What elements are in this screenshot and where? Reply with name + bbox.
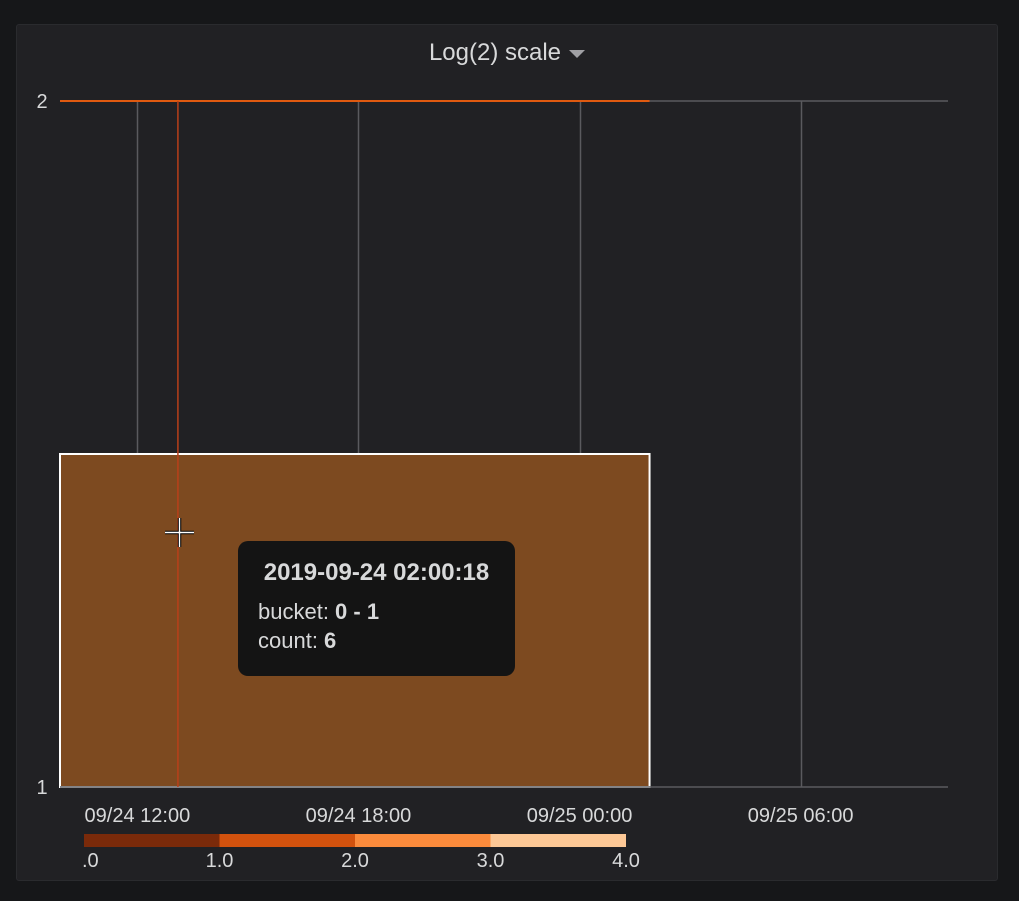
legend-tick-label-2: 2.0 <box>341 850 369 872</box>
y-tick-label-1: 2 <box>36 91 47 113</box>
legend-tick-label-1: 1.0 <box>206 850 234 872</box>
legend-tick-label-0: .0 <box>82 850 99 872</box>
x-tick-label-2: 09/25 00:00 <box>527 805 633 827</box>
legend-tick-label-4: 4.0 <box>612 850 640 872</box>
legend-swatch-0 <box>84 834 220 847</box>
legend-swatch-1 <box>219 834 355 847</box>
heatmap-plot[interactable]: 1 2 09/24 12:00 09/24 18:00 09/25 00:00 09/25… <box>0 0 1019 901</box>
x-tick-label-0: 09/24 12:00 <box>85 805 191 827</box>
legend-swatch-2 <box>355 834 491 847</box>
heatmap-cell-0 <box>59 452 651 788</box>
x-tick-label-1: 09/24 18:00 <box>306 805 412 827</box>
y-tick-label-0: 1 <box>36 777 47 799</box>
legend-swatch-3 <box>490 834 626 847</box>
crosshair-cursor-icon <box>165 518 194 547</box>
legend-tick-label-3: 3.0 <box>477 850 505 872</box>
x-tick-label-3: 09/25 06:00 <box>748 805 854 827</box>
